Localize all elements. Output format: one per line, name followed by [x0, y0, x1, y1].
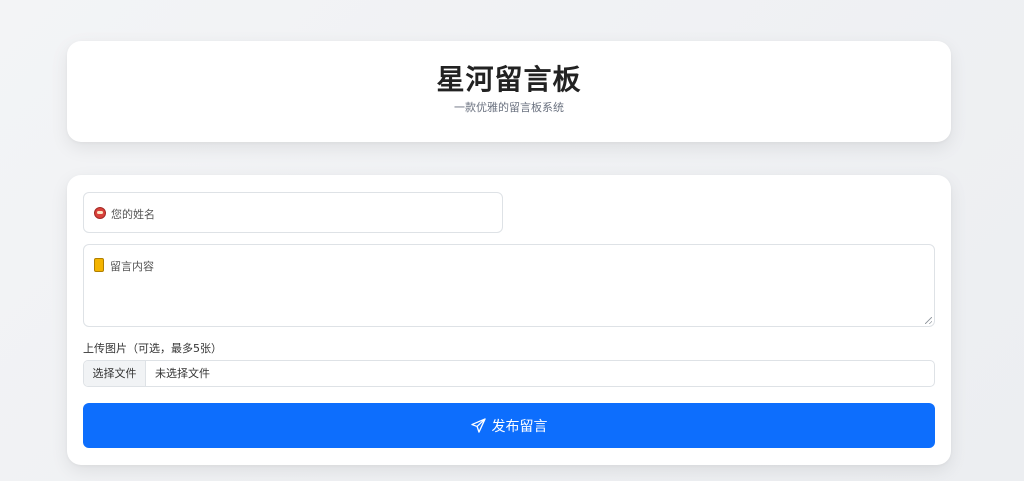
choose-file-button[interactable]: 选择文件: [84, 361, 146, 386]
submit-button[interactable]: 发布留言: [83, 403, 935, 448]
send-icon: [470, 418, 486, 433]
submit-label: 发布留言: [491, 418, 548, 435]
header-card: 星河留言板 一款优雅的留言板系统: [67, 41, 951, 142]
file-status-text: 未选择文件: [155, 367, 210, 380]
notebook-emoji-icon: [94, 258, 104, 272]
content-placeholder: 留言内容: [110, 260, 154, 273]
image-file-input[interactable]: 选择文件 未选择文件: [83, 360, 935, 387]
mouth-emoji-icon: [94, 207, 106, 219]
name-field[interactable]: 您的姓名: [83, 192, 503, 233]
message-form: 您的姓名 留言内容 上传图片（可选，最多5张） 选择文件 未选择文件 发布留言: [67, 175, 951, 465]
page-subtitle: 一款优雅的留言板系统: [454, 101, 564, 114]
resize-handle[interactable]: [925, 317, 932, 324]
page-title: 星河留言板: [436, 63, 582, 96]
message-content-field[interactable]: 留言内容: [83, 244, 935, 327]
name-placeholder: 您的姓名: [111, 208, 155, 221]
upload-label: 上传图片（可选，最多5张）: [83, 342, 222, 355]
